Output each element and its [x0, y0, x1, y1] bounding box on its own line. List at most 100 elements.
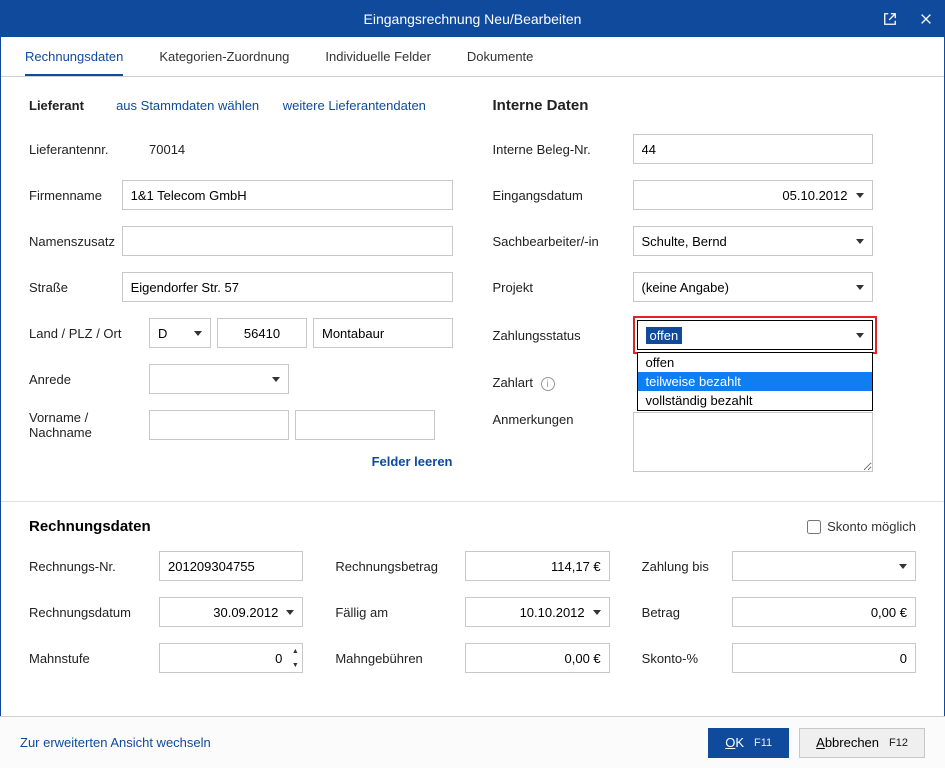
textarea-anmerkungen[interactable]: [633, 412, 873, 472]
label-skontopct: Skonto-%: [642, 651, 732, 666]
select-land[interactable]: D: [149, 318, 211, 348]
popout-button[interactable]: [872, 1, 908, 37]
chevron-down-icon: [286, 610, 294, 615]
label-lieferantennr: Lieferantennr.: [29, 142, 149, 157]
rechnungsdaten-section: Rechnungsdaten Skonto möglich Rechnungs-…: [1, 514, 944, 697]
value-sachbearbeiter: Schulte, Bernd: [642, 234, 727, 249]
ok-button[interactable]: OK F11: [708, 728, 789, 758]
select-anrede[interactable]: [149, 364, 289, 394]
value-projekt: (keine Angabe): [642, 280, 729, 295]
window-header: Eingangsrechnung Neu/Bearbeiten: [1, 1, 944, 37]
close-button[interactable]: [908, 1, 944, 37]
input-mahngebuehren[interactable]: [465, 643, 609, 673]
label-anrede: Anrede: [29, 372, 149, 387]
input-namenszusatz[interactable]: [122, 226, 453, 256]
lieferant-title-text: Lieferant: [29, 98, 84, 113]
input-vorname[interactable]: [149, 410, 289, 440]
label-anmerkungen: Anmerkungen: [493, 412, 633, 427]
zahlungsstatus-dropdown: offen teilweise bezahlt vollständig beza…: [637, 352, 873, 411]
chevron-down-icon: [593, 610, 601, 615]
zahlungsstatus-option-vollstaendig[interactable]: vollständig bezahlt: [638, 391, 872, 410]
label-land-plz-ort: Land / PLZ / Ort: [29, 326, 149, 341]
link-felder-leeren[interactable]: Felder leeren: [372, 454, 453, 469]
label-rechnungsbetrag: Rechnungsbetrag: [335, 559, 465, 574]
link-erweiterte-ansicht[interactable]: Zur erweiterten Ansicht wechseln: [20, 735, 211, 750]
label-eingangsdatum: Eingangsdatum: [493, 188, 633, 203]
interne-daten-title: Interne Daten: [493, 97, 917, 114]
input-mahnstufe[interactable]: [159, 643, 303, 673]
info-icon[interactable]: i: [541, 377, 555, 391]
label-zahlungsstatus: Zahlungsstatus: [493, 328, 633, 343]
input-ort[interactable]: [313, 318, 453, 348]
input-belegnr[interactable]: [633, 134, 873, 164]
link-weitere-lieferantendaten[interactable]: weitere Lieferantendaten: [283, 98, 426, 113]
label-sachbearbeiter: Sachbearbeiter/-in: [493, 234, 633, 249]
rechnungsdaten-title: Rechnungsdaten: [29, 518, 151, 535]
label-rechnungsdatum: Rechnungsdatum: [29, 605, 159, 620]
link-stammdaten[interactable]: aus Stammdaten wählen: [116, 98, 259, 113]
checkbox-skonto[interactable]: Skonto möglich: [807, 519, 916, 534]
select-sachbearbeiter[interactable]: Schulte, Bernd: [633, 226, 873, 256]
value-faelligam: 10.10.2012: [474, 605, 592, 620]
tabs: Rechnungsdaten Kategorien-Zuordnung Indi…: [1, 37, 944, 77]
zahlungsstatus-option-teilweise[interactable]: teilweise bezahlt: [638, 372, 872, 391]
label-mahngebuehren: Mahngebühren: [335, 651, 465, 666]
select-projekt[interactable]: (keine Angabe): [633, 272, 873, 302]
input-nachname[interactable]: [295, 410, 435, 440]
select-zahlungsstatus[interactable]: offen offen teilweise bezahlt vollständi…: [637, 320, 873, 350]
value-zahlungsstatus: offen: [646, 327, 683, 344]
zahlungsstatus-option-offen[interactable]: offen: [638, 353, 872, 372]
value-rechnungsdatum: 30.09.2012: [168, 605, 286, 620]
label-betrag: Betrag: [642, 605, 732, 620]
label-mahnstufe: Mahnstufe: [29, 651, 159, 666]
label-namenszusatz: Namenszusatz: [29, 234, 122, 249]
dialog-footer: Zur erweiterten Ansicht wechseln OK F11 …: [0, 716, 945, 768]
chevron-down-icon: [856, 285, 864, 290]
spinner-up-icon[interactable]: ▲: [288, 644, 302, 658]
label-vorname-nachname: Vorname / Nachname: [29, 410, 149, 440]
datepicker-faelligam[interactable]: 10.10.2012: [465, 597, 609, 627]
chevron-down-icon: [856, 333, 864, 338]
chevron-down-icon: [194, 331, 202, 336]
tab-rechnungsdaten[interactable]: Rechnungsdaten: [25, 39, 123, 76]
chevron-down-icon: [272, 377, 280, 382]
label-firmenname: Firmenname: [29, 188, 122, 203]
tab-dokumente[interactable]: Dokumente: [467, 39, 533, 76]
input-rechnungsbetrag[interactable]: [465, 551, 609, 581]
label-strasse: Straße: [29, 280, 122, 295]
datepicker-zahlungbis[interactable]: [732, 551, 916, 581]
lieferant-title: Lieferant aus Stammdaten wählen weitere …: [29, 97, 453, 114]
checkbox-skonto-label: Skonto möglich: [827, 519, 916, 534]
spinner-down-icon[interactable]: ▼: [288, 658, 302, 672]
input-rechnungsnr[interactable]: [159, 551, 303, 581]
window-buttons: [872, 1, 944, 37]
chevron-down-icon: [899, 564, 907, 569]
value-lieferantennr: 70014: [149, 142, 185, 157]
label-belegnr: Interne Beleg-Nr.: [493, 142, 633, 157]
lieferant-section: Lieferant aus Stammdaten wählen weitere …: [29, 97, 453, 487]
chevron-down-icon: [856, 239, 864, 244]
interne-daten-section: Interne Daten Interne Beleg-Nr. Eingangs…: [493, 97, 917, 487]
label-projekt: Projekt: [493, 280, 633, 295]
input-skontopct[interactable]: [732, 643, 916, 673]
input-plz[interactable]: [217, 318, 307, 348]
datepicker-eingangsdatum[interactable]: 05.10.2012: [633, 180, 873, 210]
input-betrag[interactable]: [732, 597, 916, 627]
select-land-value: D: [158, 326, 167, 341]
tab-kategorien[interactable]: Kategorien-Zuordnung: [159, 39, 289, 76]
ok-shortcut: F11: [754, 737, 772, 749]
label-zahlungbis: Zahlung bis: [642, 559, 732, 574]
cancel-shortcut: F12: [889, 737, 908, 749]
checkbox-skonto-input[interactable]: [807, 520, 821, 534]
cancel-button[interactable]: Abbrechen F12: [799, 728, 925, 758]
label-faelligam: Fällig am: [335, 605, 465, 620]
input-firmenname[interactable]: [122, 180, 453, 210]
value-eingangsdatum: 05.10.2012: [642, 188, 856, 203]
label-rechnungsnr: Rechnungs-Nr.: [29, 559, 159, 574]
datepicker-rechnungsdatum[interactable]: 30.09.2012: [159, 597, 303, 627]
tab-individuelle-felder[interactable]: Individuelle Felder: [325, 39, 431, 76]
input-strasse[interactable]: [122, 272, 453, 302]
label-zahlart: Zahlart i: [493, 375, 633, 392]
chevron-down-icon: [856, 193, 864, 198]
window-title: Eingangsrechnung Neu/Bearbeiten: [364, 11, 582, 27]
